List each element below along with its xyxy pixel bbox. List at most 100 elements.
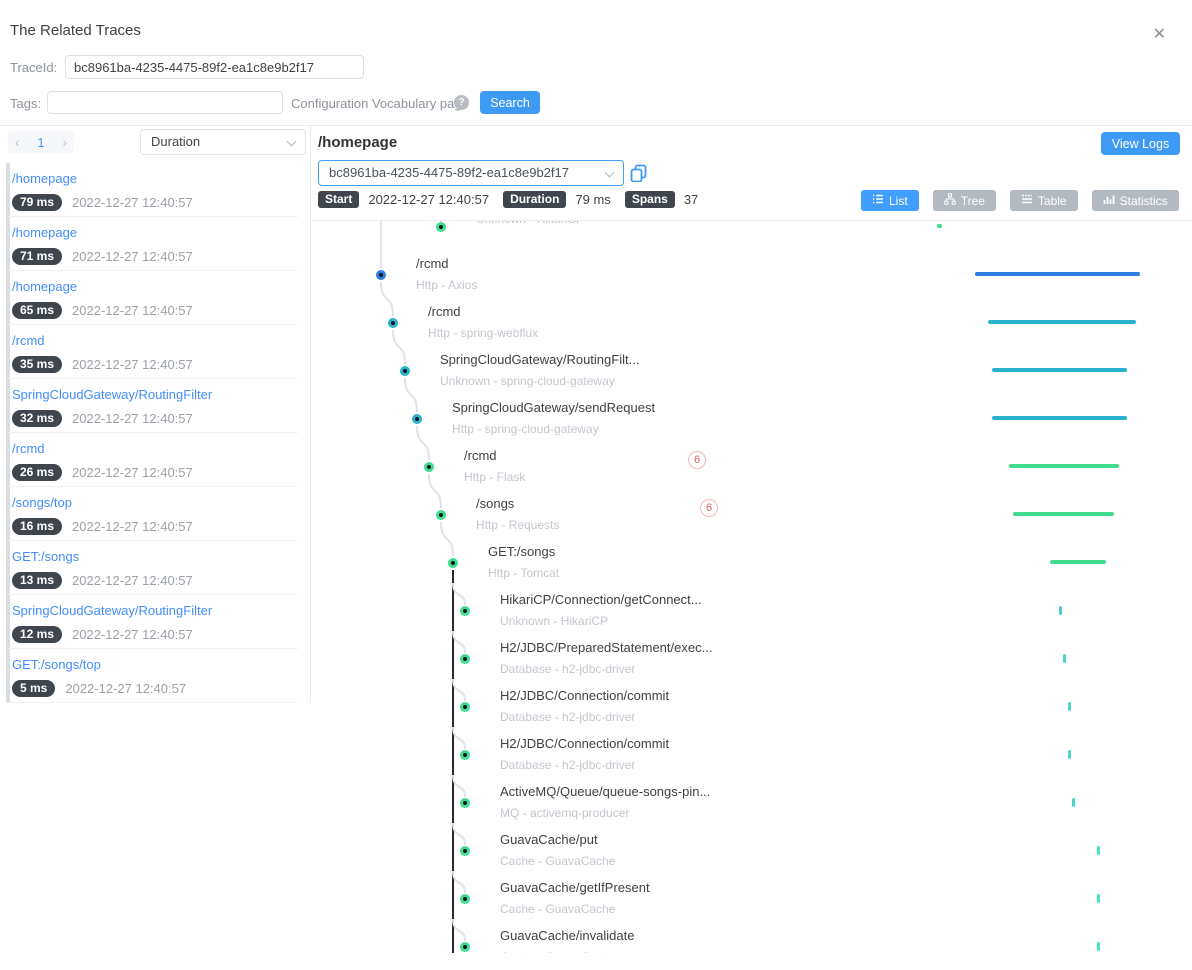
trace-list-item[interactable]: /songs/top 16 ms 2022-12-27 12:40:57 — [8, 487, 298, 541]
tree-icon — [944, 193, 956, 208]
trace-id-label: TraceId: — [10, 60, 57, 75]
tab-statistics[interactable]: Statistics — [1092, 190, 1179, 211]
span-row[interactable]: GuavaCache/put Cache - GuavaCache — [310, 831, 1192, 875]
trace-endpoint-link[interactable]: SpringCloudGateway/RoutingFilter — [12, 603, 298, 619]
span-name[interactable]: ActiveMQ/Queue/queue-songs-pin... — [500, 783, 710, 801]
duration-bar — [1009, 464, 1119, 468]
span-service: Http - spring-webflux — [428, 325, 538, 341]
search-button[interactable]: Search — [480, 91, 540, 114]
duration-bar — [1097, 894, 1100, 903]
trace-endpoint-link[interactable]: GET:/songs — [12, 549, 298, 565]
span-row[interactable]: H2/JDBC/PreparedStatement/exec... Databa… — [310, 639, 1192, 683]
ref-count-badge[interactable]: 6 — [700, 499, 718, 517]
span-name[interactable]: /rcmd — [428, 303, 538, 321]
span-status-dot — [460, 894, 470, 904]
next-page-icon[interactable]: › — [62, 132, 67, 152]
span-waterfall: Unknown - HikariCP /rcmd Http - Axios /r… — [310, 220, 1192, 953]
trace-endpoint-link[interactable]: SpringCloudGateway/RoutingFilter — [12, 387, 298, 403]
prev-page-icon[interactable]: ‹ — [15, 132, 20, 152]
trace-duration-badge: 32 ms — [12, 410, 62, 427]
span-service: Cache - GuavaCache — [500, 853, 615, 869]
span-name[interactable]: HikariCP/Connection/getConnect... — [500, 591, 702, 609]
close-icon[interactable]: ✕ — [1153, 24, 1166, 44]
trace-endpoint-link[interactable]: /rcmd — [12, 333, 298, 349]
span-row[interactable]: GuavaCache/getIfPresent Cache - GuavaCac… — [310, 879, 1192, 923]
trace-timestamp: 2022-12-27 12:40:57 — [72, 627, 193, 642]
span-name[interactable]: GuavaCache/getIfPresent — [500, 879, 650, 897]
trace-timestamp: 2022-12-27 12:40:57 — [72, 465, 193, 480]
span-row[interactable]: H2/JDBC/Connection/commit Database - h2-… — [310, 735, 1192, 779]
modal-title: The Related Traces — [10, 22, 141, 39]
span-name[interactable]: GuavaCache/put — [500, 831, 615, 849]
span-row[interactable]: ActiveMQ/Queue/queue-songs-pin... MQ - a… — [310, 783, 1192, 827]
trace-list-item[interactable]: /homepage 71 ms 2022-12-27 12:40:57 — [8, 217, 298, 271]
span-row[interactable]: /rcmd Http - Flask 6 — [310, 447, 1192, 491]
span-service: Cache - GuavaCache — [500, 901, 650, 917]
span-name[interactable]: SpringCloudGateway/sendRequest — [452, 399, 655, 417]
trace-list-item[interactable]: /homepage 65 ms 2022-12-27 12:40:57 — [8, 271, 298, 325]
trace-list-item[interactable]: GET:/songs/top 5 ms 2022-12-27 12:40:57 — [8, 649, 298, 703]
help-icon[interactable]: ? — [454, 95, 469, 110]
span-service: Http - Flask — [464, 469, 525, 485]
span-name[interactable]: H2/JDBC/Connection/commit — [500, 687, 669, 705]
span-name[interactable]: GET:/songs — [488, 543, 559, 561]
span-row[interactable]: Unknown - HikariCP — [310, 220, 1192, 251]
current-page[interactable]: 1 — [37, 135, 44, 150]
trace-id-select[interactable]: bc8961ba-4235-4475-89f2-ea1c8e9b2f17 — [318, 160, 624, 186]
span-row[interactable]: GET:/songs Http - Tomcat — [310, 543, 1192, 587]
span-row[interactable]: /rcmd Http - Axios — [310, 255, 1192, 299]
start-badge: Start — [318, 191, 359, 208]
span-status-dot — [460, 702, 470, 712]
trace-list-item[interactable]: SpringCloudGateway/RoutingFilter 12 ms 2… — [8, 595, 298, 649]
trace-duration-badge: 35 ms — [12, 356, 62, 373]
span-row[interactable]: HikariCP/Connection/getConnect... Unknow… — [310, 591, 1192, 635]
span-status-dot — [460, 798, 470, 808]
vocabulary-page-link[interactable]: Configuration Vocabulary page — [291, 96, 469, 111]
trace-endpoint-link[interactable]: /songs/top — [12, 495, 298, 511]
span-row[interactable]: GuavaCache/invalidate Cache - GuavaCache — [310, 927, 1192, 953]
tab-list[interactable]: List — [861, 190, 919, 211]
trace-endpoint-link[interactable]: /homepage — [12, 279, 298, 295]
ref-count-badge[interactable]: 6 — [688, 451, 706, 469]
trace-list-item[interactable]: /homepage 79 ms 2022-12-27 12:40:57 — [8, 163, 298, 217]
span-status-dot — [412, 414, 422, 424]
span-name[interactable]: H2/JDBC/Connection/commit — [500, 735, 669, 753]
copy-icon[interactable] — [630, 164, 648, 182]
trace-list-item[interactable]: SpringCloudGateway/RoutingFilter 32 ms 2… — [8, 379, 298, 433]
trace-endpoint-link[interactable]: /homepage — [12, 171, 298, 187]
span-row[interactable]: /rcmd Http - spring-webflux — [310, 303, 1192, 347]
trace-list-item[interactable]: /rcmd 35 ms 2022-12-27 12:40:57 — [8, 325, 298, 379]
span-row[interactable]: H2/JDBC/Connection/commit Database - h2-… — [310, 687, 1192, 731]
span-name[interactable]: /songs — [476, 495, 559, 513]
span-row[interactable]: /songs Http - Requests 6 — [310, 495, 1192, 539]
view-logs-button[interactable]: View Logs — [1101, 132, 1180, 155]
trace-timestamp: 2022-12-27 12:40:57 — [65, 681, 186, 696]
duration-bar — [1097, 942, 1100, 951]
pagination: ‹ 1 › — [8, 131, 74, 153]
trace-list-item[interactable]: /rcmd 26 ms 2022-12-27 12:40:57 — [8, 433, 298, 487]
trace-endpoint-link[interactable]: /homepage — [12, 225, 298, 241]
trace-duration-badge: 13 ms — [12, 572, 62, 589]
trace-id-input[interactable] — [65, 55, 364, 79]
span-name[interactable]: /rcmd — [464, 447, 525, 465]
span-row[interactable]: SpringCloudGateway/RoutingFilt... Unknow… — [310, 351, 1192, 395]
trace-endpoint-link[interactable]: /rcmd — [12, 441, 298, 457]
tags-input[interactable] — [47, 91, 283, 114]
sort-select[interactable]: Duration — [140, 129, 306, 155]
span-name[interactable]: /rcmd — [416, 255, 477, 273]
tab-table[interactable]: Table — [1010, 190, 1078, 211]
duration-bar — [975, 272, 1140, 276]
span-name[interactable]: GuavaCache/invalidate — [500, 927, 634, 945]
tab-tree[interactable]: Tree — [933, 190, 996, 211]
span-row[interactable]: SpringCloudGateway/sendRequest Http - sp… — [310, 399, 1192, 443]
span-name[interactable]: H2/JDBC/PreparedStatement/exec... — [500, 639, 712, 657]
span-status-dot — [460, 942, 470, 952]
span-name[interactable]: SpringCloudGateway/RoutingFilt... — [440, 351, 639, 369]
span-service: Cache - GuavaCache — [500, 949, 634, 953]
trace-timestamp: 2022-12-27 12:40:57 — [72, 357, 193, 372]
span-status-dot — [388, 318, 398, 328]
trace-duration-badge: 65 ms — [12, 302, 62, 319]
trace-endpoint-link[interactable]: GET:/songs/top — [12, 657, 298, 673]
duration-bar — [1063, 654, 1066, 663]
trace-list-item[interactable]: GET:/songs 13 ms 2022-12-27 12:40:57 — [8, 541, 298, 595]
